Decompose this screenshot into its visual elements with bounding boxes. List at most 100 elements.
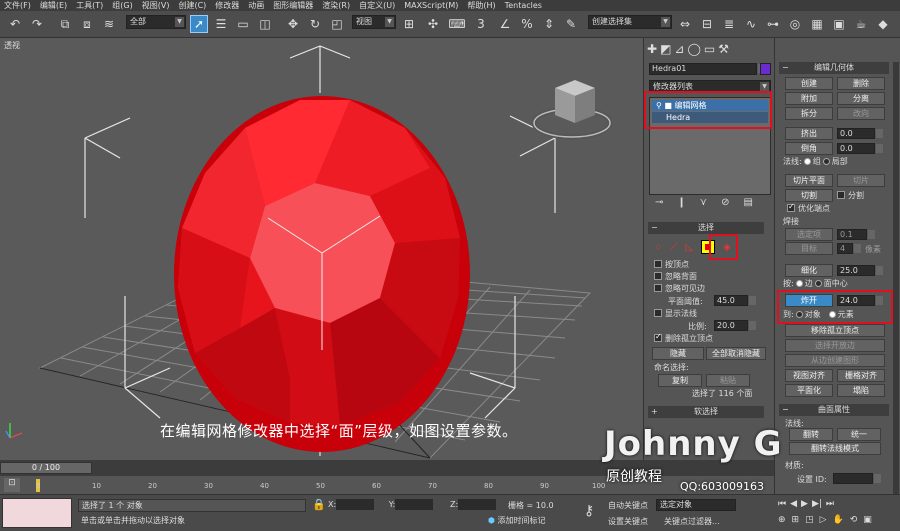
cut-button[interactable]: 切割 — [785, 189, 833, 202]
polygon-level-icon[interactable] — [701, 240, 716, 254]
orbit-icon[interactable]: ⟲ — [850, 515, 858, 525]
split-checkbox[interactable]: 分割 — [837, 190, 864, 201]
chamfer-button[interactable]: 倒角 — [785, 142, 833, 155]
key-filters-button[interactable]: 关键点过滤器... — [664, 516, 720, 527]
modifier-list-dropdown[interactable]: 修改器列表 ▼ — [649, 80, 771, 93]
surface-properties-header[interactable]: − 曲面属性 — [779, 404, 889, 416]
weld-threshold-spinner[interactable]: 0.1 — [837, 229, 875, 240]
show-normals-checkbox[interactable]: 显示法线 — [654, 308, 697, 319]
object-name-field[interactable]: Hedra01 — [649, 63, 765, 75]
y-field[interactable] — [395, 499, 434, 510]
undo-icon[interactable]: ↶ — [6, 15, 24, 33]
vertex-level-icon[interactable]: ⁘ — [654, 242, 662, 253]
add-time-tag[interactable]: ⬢ 添加时间标记 — [488, 515, 546, 526]
snaps-toggle-icon[interactable]: 3 — [472, 15, 490, 33]
render-active-icon[interactable]: ◆ — [874, 15, 892, 33]
named-selection-dropdown[interactable]: 创建选择集 ▼ — [588, 15, 672, 29]
soft-selection-rollout-header[interactable]: + 软选择 — [648, 406, 764, 418]
tessellate-button[interactable]: 细化 — [785, 264, 833, 277]
key-mode-dropdown[interactable]: 选定对象 — [656, 499, 736, 511]
select-by-name-icon[interactable]: ☰ — [212, 15, 230, 33]
menu-create[interactable]: 创建(C) — [178, 0, 206, 11]
percent-snap-icon[interactable]: % — [518, 15, 536, 33]
utilities-tab-icon[interactable]: ⚒ — [718, 42, 729, 58]
motion-tab-icon[interactable]: ◯ — [687, 42, 700, 58]
menu-views[interactable]: 视图(V) — [142, 0, 170, 11]
create-button[interactable]: 创建 — [785, 77, 833, 90]
delete-button[interactable]: 删除 — [837, 77, 885, 90]
menu-customize[interactable]: 自定义(U) — [359, 0, 395, 11]
select-manipulate-icon[interactable]: ✣ — [424, 15, 442, 33]
menu-file[interactable]: 文件(F) — [4, 0, 31, 11]
select-open-edges-button[interactable]: 选择开放边 — [785, 339, 885, 352]
collapse-button[interactable]: 塌陷 — [837, 384, 885, 397]
slice-button[interactable]: 切片 — [837, 174, 885, 187]
render-frame-icon[interactable]: ▣ — [830, 15, 848, 33]
auto-key-button[interactable]: 自动关键点 — [608, 500, 648, 511]
grid-align-button[interactable]: 栅格对齐 — [837, 369, 885, 382]
select-object-icon[interactable]: ➚ — [190, 15, 208, 33]
paste-button[interactable]: 粘贴 — [706, 374, 750, 387]
zoom-all-icon[interactable]: ⊞ — [792, 515, 800, 525]
zoom-icon[interactable]: ⊕ — [778, 515, 786, 525]
pin-stack-icon[interactable]: ⊸ — [655, 197, 663, 213]
next-frame-icon[interactable]: ▶| — [812, 499, 822, 509]
lock-icon[interactable]: 🔒 — [312, 498, 326, 511]
zoom-extents-icon[interactable]: ◳ — [805, 515, 814, 525]
menu-tentacles[interactable]: Tentacles — [505, 1, 542, 10]
normal-local-radio[interactable] — [822, 157, 830, 165]
keyboard-shortcut-icon[interactable]: ⌨ — [448, 15, 466, 33]
mirror-icon[interactable]: ⇔ — [676, 15, 694, 33]
weld-selected-button[interactable]: 选定项 — [785, 228, 833, 241]
delete-isolated-checkbox[interactable]: 删除孤立顶点 — [654, 332, 713, 344]
selection-filter-dropdown[interactable]: 全部 ▼ — [126, 15, 186, 29]
menu-modifiers[interactable]: 修改器 — [215, 0, 239, 11]
to-elements-radio[interactable] — [828, 310, 836, 318]
stack-item-hedra[interactable]: Hedra — [652, 112, 768, 123]
play-icon[interactable]: ▶ — [801, 499, 808, 509]
redo-icon[interactable]: ↷ — [28, 15, 46, 33]
menu-maxscript[interactable]: MAXScript(M) — [404, 1, 458, 10]
remove-isolated-button[interactable]: 移除孤立顶点 — [785, 324, 885, 337]
chamfer-spinner[interactable]: 0.0 — [837, 143, 883, 154]
weld-target-spinner[interactable]: 4 — [837, 243, 861, 254]
render-setup-icon[interactable]: ▦ — [808, 15, 826, 33]
view-align-button[interactable]: 视图对齐 — [785, 369, 833, 382]
menu-edit[interactable]: 编辑(E) — [40, 0, 67, 11]
slice-plane-button[interactable]: 切片平面 — [785, 174, 833, 187]
pivot-icon[interactable]: ⊞ — [400, 15, 418, 33]
window-crossing-icon[interactable]: ◫ — [256, 15, 274, 33]
edit-named-sel-icon[interactable]: ✎ — [562, 15, 580, 33]
object-color-swatch[interactable] — [760, 63, 771, 75]
attach-button[interactable]: 附加 — [785, 92, 833, 105]
edit-geometry-header[interactable]: − 编辑几何体 — [779, 62, 889, 74]
panel-scrollbar[interactable] — [893, 62, 899, 502]
curve-editor-icon[interactable]: ∿ — [742, 15, 760, 33]
rect-selection-icon[interactable]: ▭ — [234, 15, 252, 33]
weld-target-button[interactable]: 目标 — [785, 242, 833, 255]
lightbulb-icon[interactable]: ⚲ — [656, 101, 662, 110]
hierarchy-tab-icon[interactable]: ⊿ — [674, 42, 684, 58]
spinner-snap-icon[interactable]: ⇕ — [540, 15, 558, 33]
set-id-spinner[interactable] — [833, 473, 881, 484]
perspective-viewport[interactable]: 透视 — [0, 38, 643, 460]
element-level-icon[interactable]: ◈ — [723, 242, 731, 253]
menu-tools[interactable]: 工具(T) — [76, 0, 103, 11]
to-objects-radio[interactable] — [795, 310, 803, 318]
display-tab-icon[interactable]: ▭ — [704, 42, 715, 58]
x-field[interactable] — [336, 499, 375, 510]
extrude-button[interactable]: 挤出 — [785, 127, 833, 140]
z-field[interactable] — [458, 499, 497, 510]
ref-coord-dropdown[interactable]: 视图 ▼ — [352, 15, 396, 29]
key-icon[interactable]: ⚷ — [584, 503, 594, 519]
layer-manager-icon[interactable]: ≣ — [720, 15, 738, 33]
scale-icon[interactable]: ◰ — [328, 15, 346, 33]
split-button[interactable]: 拆分 — [785, 107, 833, 120]
by-edge-radio[interactable] — [795, 279, 803, 287]
unify-button[interactable]: 统一 — [837, 428, 881, 441]
prev-frame-icon[interactable]: ◀ — [790, 499, 797, 509]
pan-icon[interactable]: ✋ — [833, 515, 844, 525]
menu-animation[interactable]: 动画 — [248, 0, 264, 11]
stack-item-edit-mesh[interactable]: ⚲ ■ 编辑网格 — [652, 100, 768, 111]
viewport-label[interactable]: 透视 — [4, 40, 20, 51]
